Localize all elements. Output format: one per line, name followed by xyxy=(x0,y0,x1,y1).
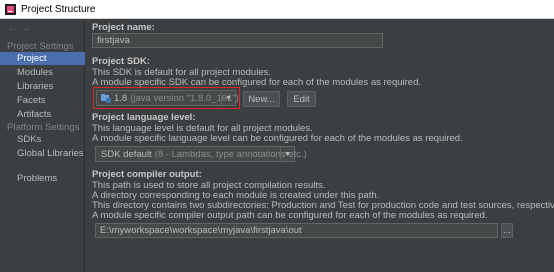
sidebar-item-project[interactable]: Project xyxy=(0,52,85,65)
language-level-label: Project language level: xyxy=(92,112,196,123)
sdk-version: 1.8 xyxy=(114,92,128,104)
chevron-down-icon[interactable]: ▼ xyxy=(221,91,235,105)
language-level-desc-2: A module specific language level can be … xyxy=(92,133,463,144)
sidebar-item-sdks[interactable]: SDKs xyxy=(0,133,85,146)
sidebar: ← → Project Settings Project Modules Lib… xyxy=(0,19,85,272)
chevron-down-icon[interactable]: ▼ xyxy=(280,147,294,161)
language-level-value: SDK default xyxy=(101,148,152,160)
language-level-dropdown[interactable]: SDK default (8 - Lambdas, type annotatio… xyxy=(95,146,307,162)
project-name-label: Project name: xyxy=(92,22,155,33)
section-platform-settings: Platform Settings xyxy=(7,122,80,133)
sidebar-item-libraries[interactable]: Libraries xyxy=(0,80,85,93)
sidebar-item-global-libraries[interactable]: Global Libraries xyxy=(0,147,85,160)
project-name-field[interactable]: firstjava xyxy=(92,33,383,48)
browse-button[interactable]: ... xyxy=(501,223,513,238)
compiler-output-label: Project compiler output: xyxy=(92,169,202,180)
sidebar-item-problems[interactable]: Problems xyxy=(0,172,85,185)
back-arrow-icon[interactable]: ← xyxy=(8,23,18,34)
forward-arrow-icon[interactable]: → xyxy=(21,23,31,34)
compiler-output-desc-4: A module specific compiler output path c… xyxy=(92,210,488,221)
project-settings-panel: Project name: firstjava Project SDK: Thi… xyxy=(86,19,554,272)
nav-arrows: ← → xyxy=(8,23,31,34)
sidebar-item-modules[interactable]: Modules xyxy=(0,66,85,79)
edit-sdk-button[interactable]: Edit xyxy=(287,91,316,107)
project-sdk-label: Project SDK: xyxy=(92,56,151,67)
project-sdk-dropdown[interactable]: 1.8 (java version "1.8.0_161") ▼ xyxy=(96,90,239,106)
new-sdk-button[interactable]: New... xyxy=(243,91,280,107)
sidebar-item-facets[interactable]: Facets xyxy=(0,94,85,107)
title-bar: Project Structure xyxy=(0,0,554,19)
window-title: Project Structure xyxy=(21,3,96,15)
compiler-output-path-field[interactable]: E:\myworkspace\workspace\myjava\firstjav… xyxy=(95,223,498,238)
intellij-app-icon xyxy=(5,3,16,15)
section-project-settings: Project Settings xyxy=(7,41,74,52)
folder-sdk-icon xyxy=(101,93,111,103)
sidebar-item-artifacts[interactable]: Artifacts xyxy=(0,108,85,121)
sdk-highlight-box: 1.8 (java version "1.8.0_161") ▼ xyxy=(93,87,240,109)
